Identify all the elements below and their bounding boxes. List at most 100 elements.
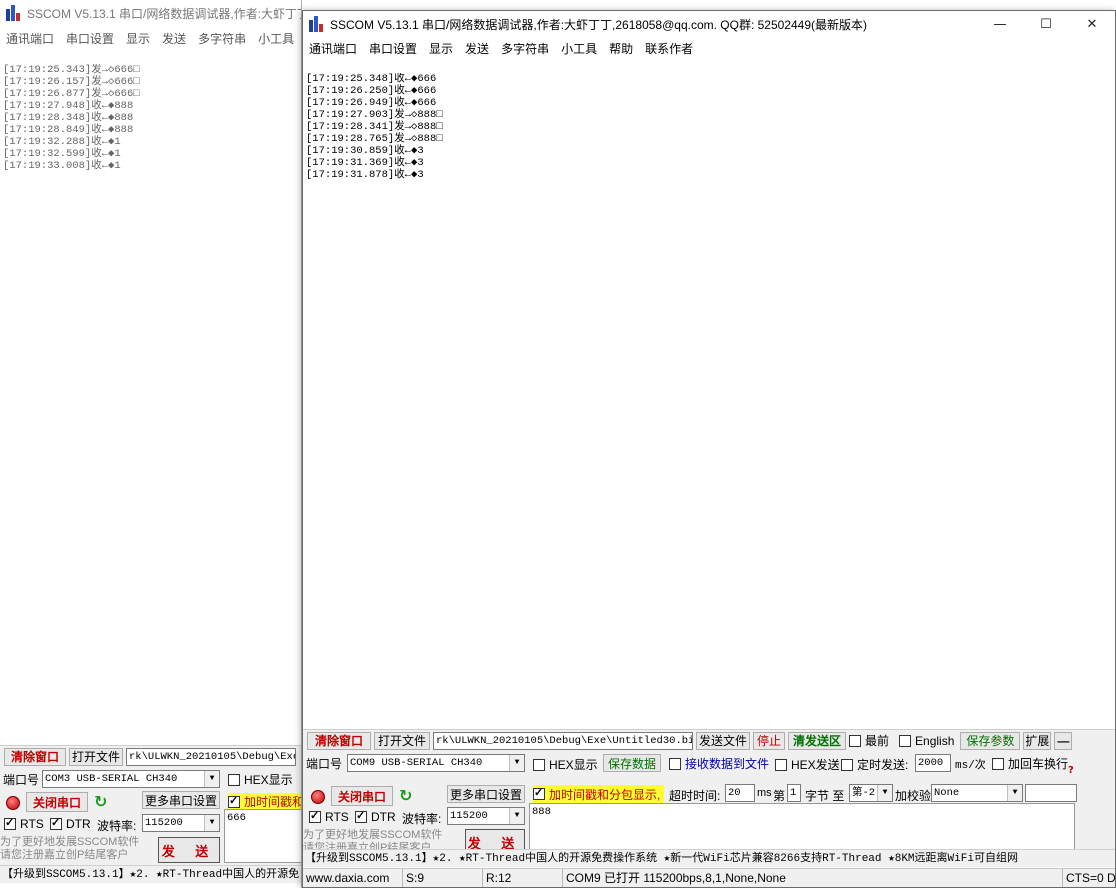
menu-serial-settings[interactable]: 串口设置 <box>363 40 423 57</box>
checkbox-icon[interactable] <box>228 794 240 808</box>
back-more-settings-button[interactable]: 更多串口设置 <box>142 791 220 809</box>
front-toolbar: 清除窗口 打开文件 rk\ULWKN_20210105\Debug\Exe\Un… <box>303 729 1115 751</box>
hex-display-option[interactable]: HEX显示 <box>533 756 598 773</box>
back-dtr-option[interactable]: DTR <box>50 816 91 831</box>
maximize-icon[interactable]: ☐ <box>1023 11 1069 37</box>
chevron-down-icon: ▼ <box>509 808 524 824</box>
clear-window-button[interactable]: 清除窗口 <box>307 731 371 750</box>
checksum-value: None <box>934 787 960 799</box>
hex-send-option[interactable]: HEX发送 <box>775 756 840 773</box>
clear-send-area-button[interactable]: 清发送区 <box>788 731 846 750</box>
back-port-value: COM3 USB-SERIAL CH340 <box>45 773 178 785</box>
menu-comm-port[interactable]: 通讯端口 <box>303 40 363 57</box>
more-settings-button[interactable]: 更多串口设置 <box>447 785 525 803</box>
log-line: [17:19:32.288]收←◆1 <box>3 136 121 148</box>
interval-input[interactable]: 2000 <box>915 754 951 772</box>
checkbox-icon[interactable] <box>849 734 861 747</box>
recv-to-file-option[interactable]: 接收数据到文件 <box>669 755 769 772</box>
back-open-file-button[interactable]: 打开文件 <box>69 747 123 766</box>
checkbox-icon[interactable] <box>992 757 1004 770</box>
menu-send[interactable]: 发送 <box>156 30 192 47</box>
byte-to-select[interactable]: 第-2 ▼ <box>849 784 893 802</box>
menu-tools[interactable]: 小工具 <box>555 40 603 57</box>
rts-label: RTS <box>325 810 349 824</box>
back-baud-select[interactable]: 115200 ▼ <box>142 814 220 832</box>
collapse-button[interactable]: — <box>1054 731 1073 750</box>
english-option[interactable]: English <box>899 734 954 748</box>
checkbox-icon[interactable] <box>4 816 16 830</box>
checkbox-icon[interactable] <box>899 734 912 747</box>
menu-multi-string[interactable]: 多字符串 <box>495 40 555 57</box>
checkbox-icon[interactable] <box>50 816 62 830</box>
append-newline-option[interactable]: 加回车换行 <box>992 755 1068 772</box>
menu-display[interactable]: 显示 <box>423 40 459 57</box>
menu-tools[interactable]: 小工具 <box>252 30 300 47</box>
refresh-icon[interactable]: ↻ <box>94 794 107 810</box>
port-status-icon <box>6 796 20 810</box>
save-params-button[interactable]: 保存参数 <box>960 731 1021 750</box>
send-file-button[interactable]: 发送文件 <box>696 731 750 750</box>
checkbox-icon[interactable] <box>309 809 321 823</box>
minimize-icon[interactable]: — <box>977 11 1023 37</box>
news-ticker[interactable]: 【升级到SSCOM5.13.1】★2. ★RT-Thread中国人的开源免费操作… <box>303 849 1115 867</box>
rts-option[interactable]: RTS <box>309 809 349 824</box>
checksum-extra-field[interactable] <box>1025 784 1077 802</box>
log-line: [17:19:27.903]发→◇888□ <box>306 109 443 121</box>
status-website[interactable]: www.daxia.com <box>303 869 403 887</box>
back-send-button[interactable]: 发 送 <box>158 837 220 863</box>
menu-serial-settings[interactable]: 串口设置 <box>60 30 120 47</box>
expand-button[interactable]: 扩展 <box>1023 731 1052 750</box>
close-port-button[interactable]: 关闭串口 <box>331 786 393 806</box>
always-on-top-option[interactable]: 最前 <box>849 732 889 749</box>
front-receive-log[interactable]: [17:19:25.348]收←◆666 [17:19:26.250]收←◆66… <box>303 73 1115 725</box>
checkbox-icon[interactable] <box>775 758 787 771</box>
timestamp-option[interactable]: 加时间戳和分包显示, <box>533 785 665 803</box>
back-file-path-field[interactable]: rk\ULWKN_20210105\Debug\Exe\ <box>126 747 296 766</box>
back-news-ticker[interactable]: 【升级到SSCOM5.13.1】★2. ★RT-Thread中国人的开源免 <box>0 865 301 883</box>
save-data-button[interactable]: 保存数据 <box>603 754 661 772</box>
back-timestamp-option[interactable]: 加时间戳和 <box>228 793 301 810</box>
dtr-option[interactable]: DTR <box>355 809 396 824</box>
english-label: English <box>915 733 955 748</box>
back-menu-bar: 通讯端口 串口设置 显示 发送 多字符串 小工具 <box>0 28 301 48</box>
menu-display[interactable]: 显示 <box>120 30 156 47</box>
checkbox-icon[interactable] <box>669 757 681 770</box>
refresh-icon[interactable]: ↻ <box>399 788 412 804</box>
help-mark[interactable]: ? <box>1068 765 1074 776</box>
menu-help[interactable]: 帮助 <box>603 40 639 57</box>
chevron-down-icon: ▼ <box>204 771 219 787</box>
open-file-button[interactable]: 打开文件 <box>374 731 430 750</box>
checkbox-icon[interactable] <box>228 773 240 786</box>
checksum-select[interactable]: None ▼ <box>931 784 1023 802</box>
log-line: [17:19:26.877]发→◇666□ <box>3 88 140 100</box>
back-clear-window-button[interactable]: 清除窗口 <box>4 747 66 766</box>
menu-send[interactable]: 发送 <box>459 40 495 57</box>
timeout-input[interactable]: 20 <box>725 784 755 802</box>
back-receive-log[interactable]: [17:19:25.343]发→◇666□ [17:19:26.157]发→◇6… <box>0 64 301 744</box>
menu-multi-string[interactable]: 多字符串 <box>192 30 252 47</box>
send-text-area[interactable]: 888 <box>529 803 1075 855</box>
stop-button[interactable]: 停止 <box>753 731 785 750</box>
close-icon[interactable]: ✕ <box>1069 11 1115 37</box>
ad-line-1: 为了更好地发展SSCOM软件 <box>303 829 443 841</box>
checkbox-icon[interactable] <box>533 758 545 771</box>
back-hex-display[interactable]: HEX显示 <box>228 771 293 788</box>
file-path-field[interactable]: rk\ULWKN_20210105\Debug\Exe\Untitled30.b… <box>433 731 693 750</box>
back-rts-option[interactable]: RTS <box>4 816 44 831</box>
back-close-port-button[interactable]: 关闭串口 <box>26 792 88 812</box>
menu-comm-port[interactable]: 通讯端口 <box>0 30 60 47</box>
back-port-select[interactable]: COM3 USB-SERIAL CH340 ▼ <box>42 770 220 788</box>
menu-contact-author[interactable]: 联系作者 <box>639 40 699 57</box>
checkbox-icon[interactable] <box>841 758 853 771</box>
back-send-text-area[interactable]: 666 <box>224 809 301 863</box>
status-cts: CTS=0 D <box>1066 871 1115 885</box>
timed-send-option[interactable]: 定时发送: <box>841 756 908 773</box>
baud-select[interactable]: 115200 ▼ <box>447 807 525 825</box>
byte-from-input[interactable]: 1 <box>787 784 801 802</box>
checkbox-icon[interactable] <box>533 786 545 800</box>
hex-display-label: HEX显示 <box>549 758 598 772</box>
port-select[interactable]: COM9 USB-SERIAL CH340 ▼ <box>347 754 525 772</box>
timeout-unit: ms <box>757 787 772 799</box>
log-line: [17:19:25.348]收←◆666 <box>306 73 437 85</box>
checkbox-icon[interactable] <box>355 809 367 823</box>
